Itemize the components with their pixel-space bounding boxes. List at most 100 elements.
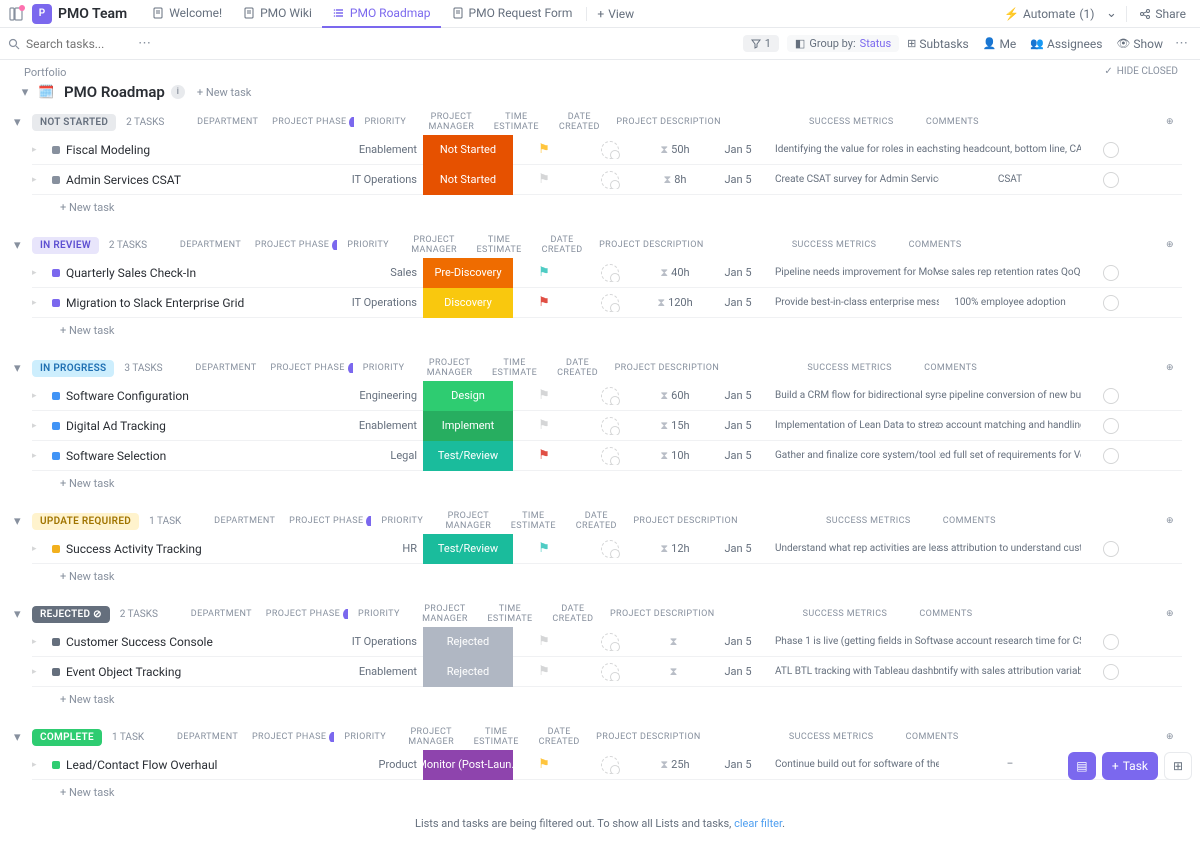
group-collapse-icon[interactable]: ▾ xyxy=(14,514,21,529)
col-header-date-created[interactable]: DATE CREATED xyxy=(526,727,592,747)
add-column-icon[interactable]: ⊕ xyxy=(1158,117,1182,127)
automate-button[interactable]: ⚡ Automate (1) xyxy=(996,7,1102,21)
cell-department[interactable]: HR xyxy=(323,542,423,555)
status-dot[interactable] xyxy=(52,269,60,277)
group-collapse-icon[interactable]: ▾ xyxy=(14,361,21,376)
cell-priority[interactable]: ⚑ xyxy=(513,172,575,187)
cell-phase[interactable]: Test/Review xyxy=(423,534,513,564)
cell-priority[interactable]: ⚑ xyxy=(513,634,575,649)
col-header-project-manager[interactable]: PROJECT MANAGER xyxy=(396,727,466,747)
cell-department[interactable]: IT Operations xyxy=(323,173,423,186)
cell-date[interactable]: Jan 5 xyxy=(705,542,771,555)
expand-caret-icon[interactable]: ▸ xyxy=(32,637,46,647)
status-dot[interactable] xyxy=(52,422,60,430)
hide-closed-toggle[interactable]: ✓ HIDE CLOSED xyxy=(1104,66,1178,77)
sort-indicator-icon[interactable]: ↑ xyxy=(343,609,348,619)
new-task-row[interactable]: + New task xyxy=(32,687,1182,706)
cell-description[interactable]: Phase 1 is live (getting fields in Softw… xyxy=(771,636,939,647)
expand-caret-icon[interactable]: ▸ xyxy=(32,667,46,677)
cell-time[interactable]: ⧗12h xyxy=(645,542,705,556)
add-column-icon[interactable]: ⊕ xyxy=(1158,609,1182,619)
expand-caret-icon[interactable]: ▸ xyxy=(32,544,46,554)
status-dot[interactable] xyxy=(52,545,60,553)
status-pill[interactable]: IN REVIEW xyxy=(32,237,99,254)
cell-priority[interactable]: ⚑ xyxy=(513,295,575,310)
more-options-icon[interactable]: ⋯ xyxy=(134,36,155,51)
group-collapse-icon[interactable]: ▾ xyxy=(14,607,21,622)
share-button[interactable]: Share xyxy=(1133,7,1192,21)
sort-indicator-icon[interactable]: ↑ xyxy=(329,732,334,742)
group-collapse-icon[interactable]: ▾ xyxy=(14,730,21,745)
cell-metrics[interactable]: Success attribution to understand custom… xyxy=(939,543,1081,554)
cell-priority[interactable]: ⚑ xyxy=(513,757,575,772)
cell-time[interactable]: ⧗15h xyxy=(645,419,705,433)
task-name[interactable]: Lead/Contact Flow Overhaul xyxy=(66,758,323,772)
new-task-row[interactable]: + New task xyxy=(32,564,1182,583)
cell-metrics[interactable]: CSAT xyxy=(939,174,1081,185)
cell-priority[interactable]: ⚑ xyxy=(513,448,575,463)
tab-pmo-wiki[interactable]: PMO Wiki xyxy=(232,0,322,28)
cell-pm[interactable] xyxy=(575,756,645,774)
cell-time[interactable]: ⧗25h xyxy=(645,758,705,772)
col-header-time-estimate[interactable]: TIME ESTIMATE xyxy=(480,604,540,624)
task-row[interactable]: ▸Success Activity TrackingHRTest/Review⚑… xyxy=(32,534,1182,564)
toolbar-more-icon[interactable]: ⋯ xyxy=(1171,36,1192,51)
tab-welcome-[interactable]: Welcome! xyxy=(141,0,232,28)
search-input[interactable] xyxy=(26,37,126,51)
col-header-project-manager[interactable]: PROJECT MANAGER xyxy=(433,511,503,531)
task-name[interactable]: Admin Services CSAT xyxy=(66,173,323,187)
cell-department[interactable]: Enablement xyxy=(323,665,423,678)
col-header-priority[interactable]: PRIORITY xyxy=(337,240,399,250)
col-header-date-created[interactable]: DATE CREATED xyxy=(540,604,606,624)
col-header-success-metrics[interactable]: SUCCESS METRICS xyxy=(760,732,902,742)
status-dot[interactable] xyxy=(52,146,60,154)
status-pill[interactable]: NOT STARTED xyxy=(32,114,116,131)
status-dot[interactable] xyxy=(52,392,60,400)
task-name[interactable]: Event Object Tracking xyxy=(66,665,323,679)
add-column-icon[interactable]: ⊕ xyxy=(1158,240,1182,250)
col-header-success-metrics[interactable]: SUCCESS METRICS xyxy=(780,117,922,127)
col-header-department[interactable]: DEPARTMENT xyxy=(147,240,247,250)
cell-pm[interactable] xyxy=(575,447,645,465)
cell-description[interactable]: Identifying the value for roles in each … xyxy=(771,144,939,155)
expand-caret-icon[interactable]: ▸ xyxy=(32,421,46,431)
cell-pm[interactable] xyxy=(575,264,645,282)
col-header-project-description[interactable]: PROJECT DESCRIPTION xyxy=(612,117,780,127)
col-header-project-manager[interactable]: PROJECT MANAGER xyxy=(416,112,486,132)
cell-priority[interactable]: ⚑ xyxy=(513,142,575,157)
cell-pm[interactable] xyxy=(575,540,645,558)
col-header-department[interactable]: DEPARTMENT xyxy=(144,732,244,742)
fab-note-button[interactable]: ▤ xyxy=(1068,752,1096,780)
cell-comments[interactable] xyxy=(1081,295,1141,311)
cell-comments[interactable] xyxy=(1081,418,1141,434)
cell-department[interactable]: IT Operations xyxy=(323,635,423,648)
cell-date[interactable]: Jan 5 xyxy=(705,143,771,156)
col-header-date-created[interactable]: DATE CREATED xyxy=(563,511,629,531)
cell-time[interactable]: ⧗10h xyxy=(645,449,705,463)
cell-metrics[interactable]: increase sales rep retention rates QoQ a… xyxy=(939,267,1081,278)
col-header-department[interactable]: DEPARTMENT xyxy=(158,609,258,619)
col-header-comments[interactable]: COMMENTS xyxy=(939,516,999,526)
task-row[interactable]: ▸Software ConfigurationEngineeringDesign… xyxy=(32,381,1182,411)
cell-pm[interactable] xyxy=(575,141,645,159)
col-header-priority[interactable]: PRIORITY xyxy=(334,732,396,742)
col-header-project-phase[interactable]: PROJECT PHASE↑ xyxy=(247,240,337,250)
cell-date[interactable]: Jan 5 xyxy=(705,635,771,648)
cell-phase[interactable]: Discovery xyxy=(423,288,513,318)
cell-department[interactable]: IT Operations xyxy=(323,296,423,309)
col-header-success-metrics[interactable]: SUCCESS METRICS xyxy=(797,516,939,526)
cell-description[interactable]: Pipeline needs improvement for MoM and Q… xyxy=(771,267,939,278)
clear-filter-link[interactable]: clear filter xyxy=(734,817,782,830)
col-header-project-phase[interactable]: PROJECT PHASE↑ xyxy=(281,516,371,526)
cell-description[interactable]: ATL BTL tracking with Tableau dashboard … xyxy=(771,666,939,677)
sort-indicator-icon[interactable]: ↑ xyxy=(348,363,353,373)
cell-department[interactable]: Sales xyxy=(323,266,423,279)
cell-description[interactable]: Provide best-in-class enterprise messagi… xyxy=(771,297,939,308)
task-name[interactable]: Customer Success Console xyxy=(66,635,323,649)
expand-caret-icon[interactable]: ▸ xyxy=(32,298,46,308)
col-header-date-created[interactable]: DATE CREATED xyxy=(529,235,595,255)
status-dot[interactable] xyxy=(52,668,60,676)
col-header-time-estimate[interactable]: TIME ESTIMATE xyxy=(466,727,526,747)
cell-phase[interactable]: Implement xyxy=(423,411,513,441)
task-row[interactable]: ▸Lead/Contact Flow OverhaulProductMonito… xyxy=(32,750,1182,780)
